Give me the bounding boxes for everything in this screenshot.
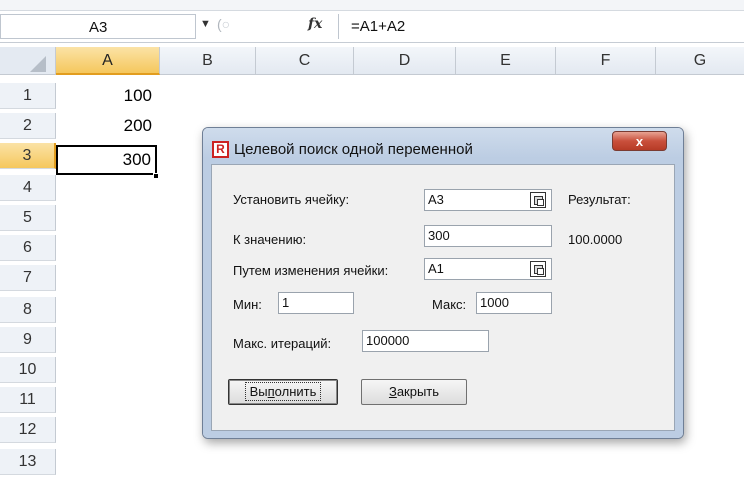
cell-a1[interactable]: 100 [56, 83, 156, 109]
column-header-e[interactable]: E [456, 47, 556, 75]
formula-input[interactable]: =A1+A2 [338, 14, 744, 39]
row-header-8[interactable]: 8 [0, 297, 56, 323]
column-header-c[interactable]: C [256, 47, 354, 75]
column-header-d[interactable]: D [354, 47, 456, 75]
to-value-input[interactable]: 300 [424, 225, 552, 247]
row-header-3[interactable]: 3 [0, 143, 56, 169]
insert-function-icon[interactable]: fx [308, 16, 322, 32]
changing-cell-label: Путем изменения ячейки: [233, 263, 389, 278]
row-header-5[interactable]: 5 [0, 205, 56, 231]
close-button[interactable]: Закрыть [361, 379, 467, 405]
min-input[interactable]: 1 [278, 292, 354, 314]
set-cell-label: Установить ячейку: [233, 192, 350, 207]
run-button-label-post: олнить [274, 384, 317, 399]
row-header-13[interactable]: 13 [0, 449, 56, 475]
row-header-2[interactable]: 2 [0, 113, 56, 139]
cell-a3-selected[interactable]: 300 [56, 145, 157, 175]
select-all-corner[interactable] [0, 47, 56, 75]
row-header-7[interactable]: 7 [0, 265, 56, 291]
result-label: Результат: [568, 192, 631, 207]
ribbon-bottom-edge [0, 0, 744, 10]
row-header-6[interactable]: 6 [0, 235, 56, 261]
dialog-title: Целевой поиск одной переменной [234, 141, 473, 158]
close-button-accel: З [388, 384, 397, 399]
close-button-label: акрыть [396, 384, 440, 399]
formula-bar-separator-icon: (○ [217, 16, 231, 32]
select-all-triangle-icon [30, 56, 46, 72]
app-logo-icon: R [212, 141, 229, 158]
set-cell-ref-icon[interactable] [530, 192, 546, 208]
max-input[interactable]: 1000 [476, 292, 552, 314]
row-header-4[interactable]: 4 [0, 175, 56, 201]
row-header-11[interactable]: 11 [0, 387, 56, 413]
run-button-accel: п [267, 384, 275, 399]
changing-cell-ref-icon[interactable] [530, 261, 546, 277]
min-label: Мин: [233, 297, 262, 312]
column-header-b[interactable]: B [160, 47, 256, 75]
run-button[interactable]: Выполнить [228, 379, 338, 405]
to-value-label: К значению: [233, 232, 307, 247]
close-icon[interactable]: x [612, 131, 667, 151]
row-header-10[interactable]: 10 [0, 357, 56, 383]
max-iterations-label: Макс. итераций: [233, 336, 332, 351]
max-iterations-input[interactable]: 100000 [362, 330, 489, 352]
name-box-dropdown-icon[interactable]: ▼ [200, 18, 211, 30]
cell-a2[interactable]: 200 [56, 113, 156, 139]
column-header-a[interactable]: A [56, 47, 160, 75]
row-header-12[interactable]: 12 [0, 417, 56, 443]
row-header-1[interactable]: 1 [0, 83, 56, 109]
result-value: 100.0000 [568, 232, 623, 247]
row-header-9[interactable]: 9 [0, 327, 56, 353]
name-box[interactable]: A3 [0, 14, 196, 39]
fill-handle[interactable] [153, 173, 159, 179]
run-button-label-pre: Вы [249, 384, 268, 399]
max-label: Макс: [432, 297, 467, 312]
column-header-f[interactable]: F [556, 47, 656, 75]
column-header-g[interactable]: G [656, 47, 744, 75]
